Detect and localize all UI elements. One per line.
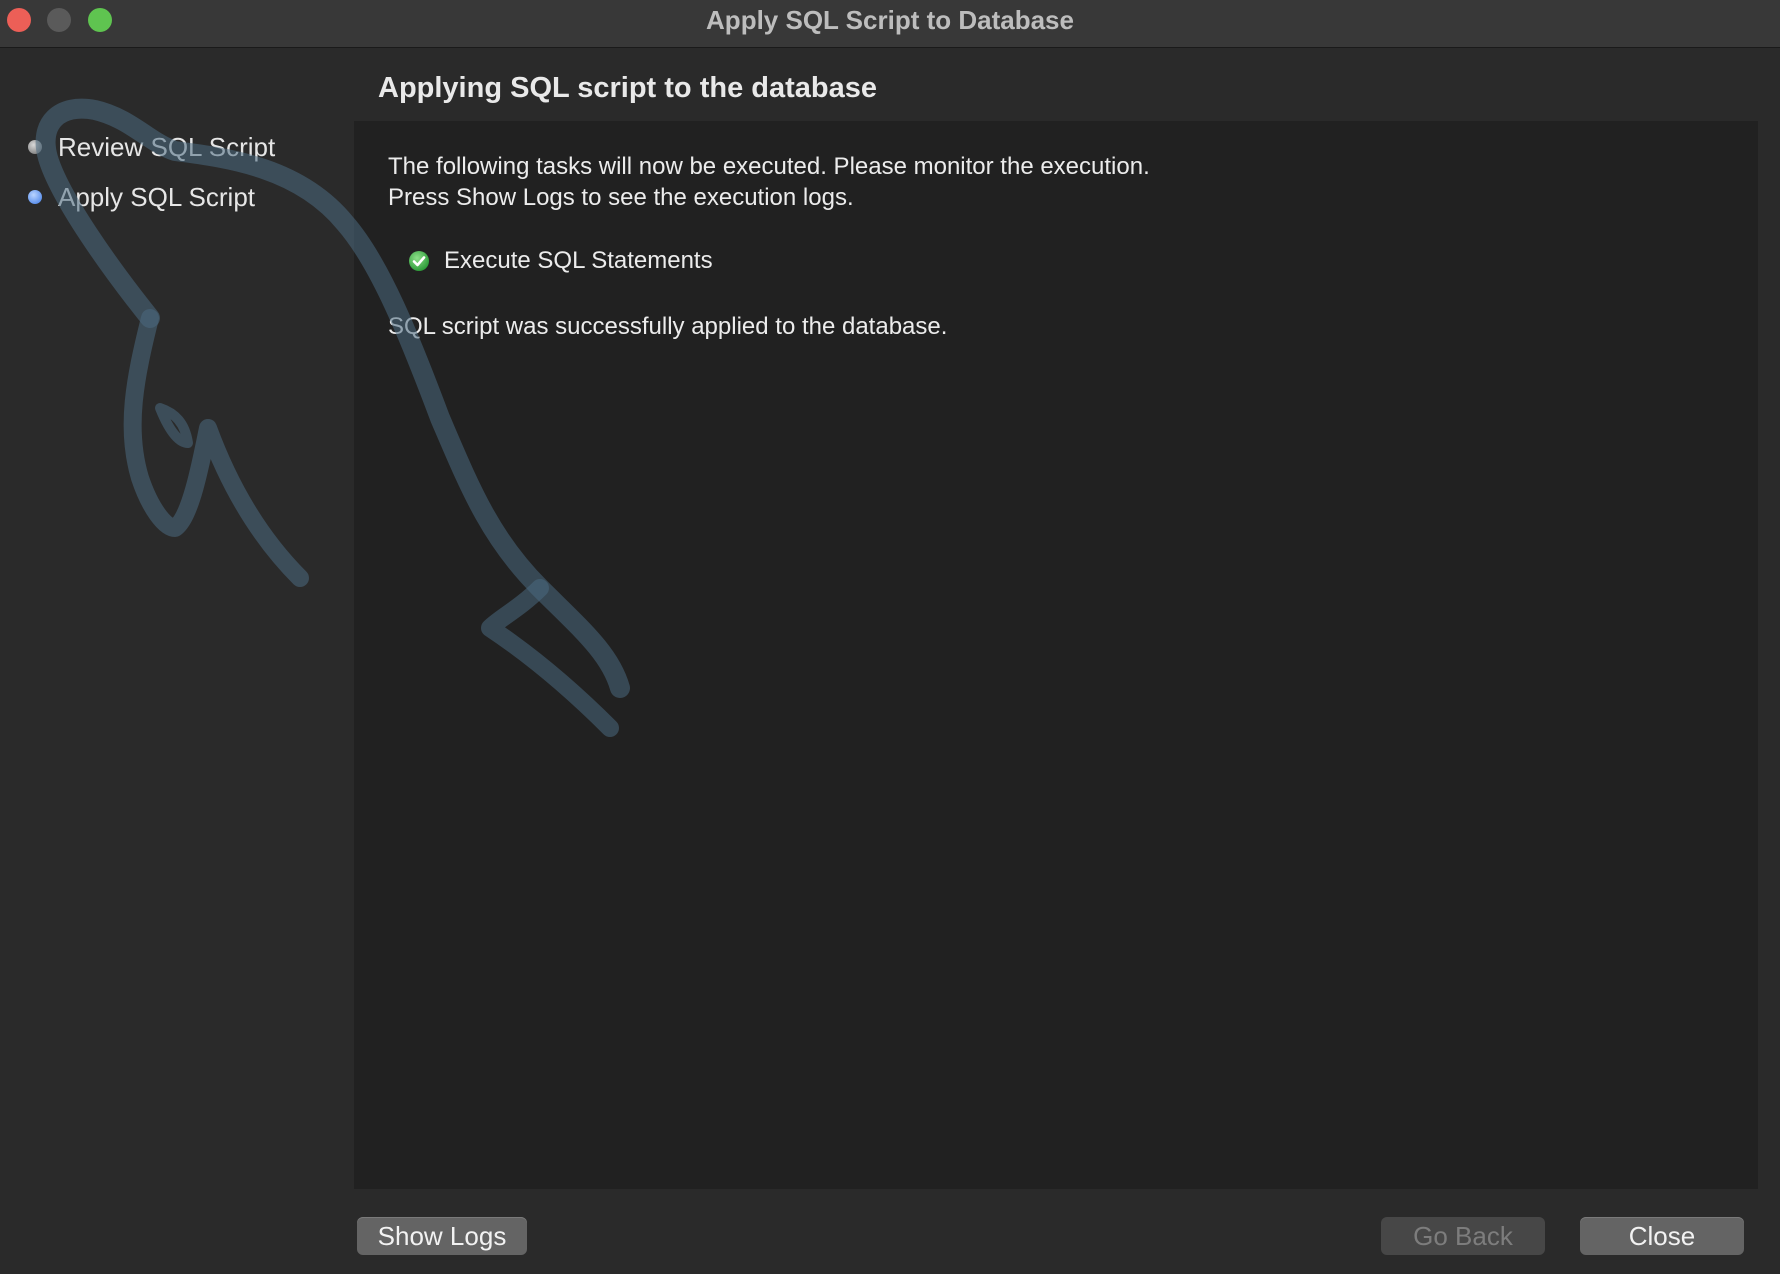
wizard-sidebar: Review SQL Script Apply SQL Script <box>0 48 354 1274</box>
window-title: Apply SQL Script to Database <box>706 5 1074 35</box>
step-done-dot-icon <box>28 140 42 154</box>
wizard-step-review: Review SQL Script <box>28 122 275 172</box>
check-circle-icon <box>409 251 429 271</box>
close-button[interactable]: Close <box>1580 1217 1744 1255</box>
page-title: Applying SQL script to the database <box>378 72 877 104</box>
task-label: Execute SQL Statements <box>444 247 713 274</box>
title-bar: Apply SQL Script to Database <box>0 0 1780 48</box>
intro-line: The following tasks will now be executed… <box>388 153 1150 180</box>
wizard-step-label: Review SQL Script <box>58 131 276 162</box>
content-panel: The following tasks will now be executed… <box>354 121 1758 1189</box>
intro-line: Press Show Logs to see the execution log… <box>388 184 854 211</box>
wizard-step-label: Apply SQL Script <box>58 181 256 212</box>
result-message: SQL script was successfully applied to t… <box>388 313 948 340</box>
wizard-steps: Review SQL Script Apply SQL Script <box>28 122 275 222</box>
intro-text: The following tasks will now be executed… <box>388 151 1150 213</box>
show-logs-button[interactable]: Show Logs <box>357 1217 527 1255</box>
step-current-dot-icon <box>28 190 42 204</box>
go-back-button[interactable]: Go Back <box>1381 1217 1545 1255</box>
dialog-window: Apply SQL Script to Database Review SQL … <box>0 0 1780 1274</box>
task-row-execute-sql: Execute SQL Statements <box>408 247 713 275</box>
wizard-step-apply: Apply SQL Script <box>28 172 275 222</box>
